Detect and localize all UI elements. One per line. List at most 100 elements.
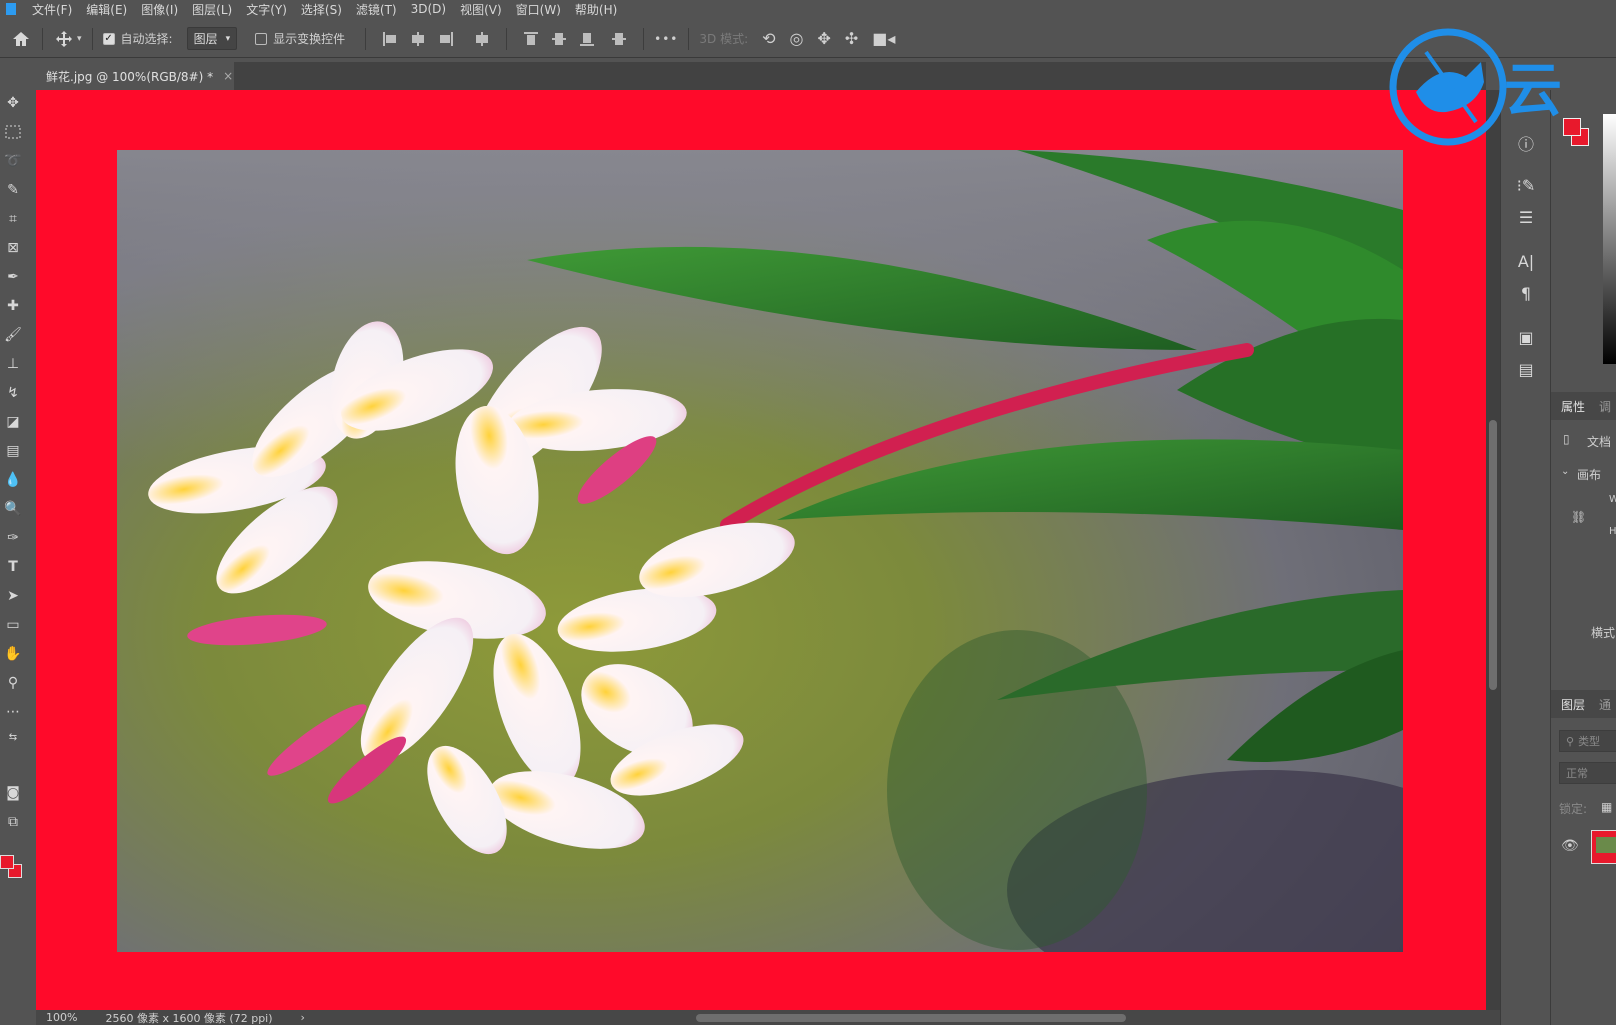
marquee-tool-icon[interactable] bbox=[2, 121, 24, 143]
paragraph-icon[interactable]: ¶ bbox=[1513, 280, 1539, 306]
menu-filter[interactable]: 滤镜(T) bbox=[356, 1, 397, 18]
align-right-icon[interactable] bbox=[438, 31, 454, 47]
menu-view[interactable]: 视图(V) bbox=[460, 1, 502, 18]
history-brush-tool-icon[interactable]: ↯ bbox=[2, 382, 24, 404]
menu-edit[interactable]: 编辑(E) bbox=[86, 1, 127, 18]
align-left-icon[interactable] bbox=[382, 31, 398, 47]
align-top-icon[interactable] bbox=[523, 31, 539, 47]
menu-help[interactable]: 帮助(H) bbox=[575, 1, 617, 18]
eraser-tool-icon[interactable]: ◪ bbox=[2, 411, 24, 433]
flower-photo-image bbox=[117, 150, 1403, 952]
healing-brush-tool-icon[interactable]: ✚ bbox=[2, 295, 24, 317]
divider bbox=[42, 27, 43, 50]
tab-layers[interactable]: 图层 bbox=[1561, 696, 1585, 713]
chevron-down-icon: ▾ bbox=[225, 33, 231, 44]
layer-search-input[interactable]: ⚲ 类型 bbox=[1559, 730, 1616, 752]
eyedropper-tool-icon[interactable]: ✒ bbox=[2, 266, 24, 288]
auto-select-checkbox[interactable]: ✓ bbox=[102, 32, 115, 45]
3d-slide-icon[interactable]: ✣ bbox=[845, 29, 858, 48]
vertical-scrollbar[interactable] bbox=[1486, 90, 1500, 1010]
align-hcenter-icon[interactable] bbox=[410, 31, 426, 47]
pen-tool-icon[interactable]: ✑ bbox=[2, 527, 24, 549]
blur-tool-icon[interactable]: 💧 bbox=[2, 469, 24, 491]
right-panel: 属性 调 ▯ 文档 ⌄ 画布 W ⛓ H 横式 图层 通 ⚲ 类型 正常 锁定:… bbox=[1550, 90, 1616, 1025]
menu-3d[interactable]: 3D(D) bbox=[411, 2, 446, 16]
vertical-scrollbar-thumb[interactable] bbox=[1489, 420, 1497, 690]
3d-pan-icon[interactable]: ✥ bbox=[817, 29, 830, 48]
flower-photo bbox=[117, 150, 1403, 952]
document-tab[interactable]: 鲜花.jpg @ 100%(RGB/8#) * × bbox=[36, 62, 234, 90]
move-icon[interactable] bbox=[53, 30, 75, 48]
zoom-tool-icon[interactable]: ⚲ bbox=[2, 672, 24, 694]
menu-select[interactable]: 选择(S) bbox=[301, 1, 342, 18]
layer-search-placeholder: 类型 bbox=[1578, 735, 1601, 748]
type-tool-icon[interactable]: T bbox=[2, 556, 24, 578]
chevron-down-icon[interactable]: ▾ bbox=[77, 34, 82, 44]
menu-image[interactable]: 图像(I) bbox=[141, 1, 178, 18]
search-icon: ⚲ bbox=[1566, 734, 1575, 748]
screen-mode-icon[interactable]: ⧉ bbox=[2, 811, 24, 833]
lasso-tool-icon[interactable]: ➰ bbox=[2, 150, 24, 172]
glyphs-icon[interactable]: ▣ bbox=[1513, 324, 1539, 350]
hand-tool-icon[interactable]: ✋ bbox=[2, 643, 24, 665]
tab-channels[interactable]: 通 bbox=[1599, 696, 1611, 713]
close-icon[interactable]: × bbox=[223, 69, 233, 83]
layer-visibility-eye-icon[interactable]: 👁 bbox=[1561, 838, 1579, 854]
quick-select-tool-icon[interactable]: ✎ bbox=[2, 179, 24, 201]
adjustments-icon[interactable]: ☰ bbox=[1513, 204, 1539, 230]
crop-tool-icon[interactable]: ⌗ bbox=[2, 208, 24, 230]
gradient-tool-icon[interactable]: ▤ bbox=[2, 440, 24, 462]
frame-tool-icon[interactable]: ⊠ bbox=[2, 237, 24, 259]
menu-file[interactable]: 文件(F) bbox=[32, 1, 72, 18]
options-bar: ▾ ✓ 自动选择: 图层 ▾ 显示变换控件 ••• 3D 模式: ⟲ ◎ ✥ ✣… bbox=[0, 20, 1616, 58]
menu-type[interactable]: 文字(Y) bbox=[246, 1, 287, 18]
swap-colors-icon[interactable]: ⇆ bbox=[2, 726, 24, 748]
document-label: 文档 bbox=[1587, 435, 1612, 449]
auto-select-value: 图层 bbox=[193, 32, 218, 46]
divider bbox=[643, 27, 645, 50]
3d-roll-icon[interactable]: ◎ bbox=[790, 29, 804, 48]
menu-layer[interactable]: 图层(L) bbox=[192, 1, 232, 18]
status-arrow[interactable]: › bbox=[301, 1011, 305, 1024]
move-tool-icon[interactable]: ✥ bbox=[2, 92, 24, 114]
dodge-tool-icon[interactable]: 🔍 bbox=[2, 498, 24, 520]
horizontal-scrollbar-thumb[interactable] bbox=[696, 1014, 1126, 1022]
more-tools-icon[interactable]: ⋯ bbox=[2, 701, 24, 723]
auto-select-dropdown[interactable]: 图层 ▾ bbox=[186, 27, 238, 50]
brush-settings-icon[interactable]: ⁝✎ bbox=[1513, 172, 1539, 198]
tab-properties[interactable]: 属性 bbox=[1561, 398, 1585, 415]
distribute-horizontal-icon[interactable] bbox=[474, 31, 490, 47]
brush-tool-icon[interactable]: 🖌 bbox=[2, 324, 24, 346]
menu-window[interactable]: 窗口(W) bbox=[516, 1, 561, 18]
path-selection-tool-icon[interactable]: ➤ bbox=[2, 585, 24, 607]
blend-mode-dropdown[interactable]: 正常 bbox=[1559, 762, 1616, 784]
foreground-color-swatch[interactable] bbox=[0, 855, 14, 869]
layer-thumbnail[interactable] bbox=[1591, 830, 1616, 864]
link-icon[interactable]: ⛓ bbox=[1571, 510, 1586, 524]
auto-select-label: 自动选择: bbox=[120, 32, 173, 46]
home-icon[interactable] bbox=[10, 30, 32, 48]
more-options-button[interactable]: ••• bbox=[654, 32, 678, 46]
quick-mask-icon[interactable]: ◙ bbox=[2, 782, 24, 804]
rectangle-tool-icon[interactable]: ▭ bbox=[2, 614, 24, 636]
show-transform-checkbox[interactable] bbox=[255, 32, 268, 45]
character-icon[interactable]: A| bbox=[1513, 248, 1539, 274]
clone-stamp-tool-icon[interactable]: ⊥ bbox=[2, 353, 24, 375]
divider bbox=[688, 27, 690, 50]
3d-orbit-icon[interactable]: ⟲ bbox=[762, 29, 775, 48]
align-vcenter-icon[interactable] bbox=[551, 31, 567, 47]
tab-adjustments[interactable]: 调 bbox=[1599, 398, 1611, 415]
chevron-down-icon[interactable]: ⌄ bbox=[1561, 466, 1569, 477]
align-bottom-icon[interactable] bbox=[579, 31, 595, 47]
canvas-section-label[interactable]: 画布 bbox=[1577, 466, 1601, 483]
notes-icon[interactable]: ▤ bbox=[1513, 356, 1539, 382]
lock-transparent-icon[interactable]: ▦ bbox=[1601, 800, 1612, 814]
divider bbox=[91, 27, 93, 50]
3d-camera-icon[interactable]: ■◂ bbox=[872, 29, 895, 48]
photoshop-window: 文件(F) 编辑(E) 图像(I) 图层(L) 文字(Y) 选择(S) 滤镜(T… bbox=[0, 0, 1616, 1025]
distribute-vertical-icon[interactable] bbox=[611, 31, 627, 47]
zoom-level[interactable]: 100% bbox=[46, 1011, 77, 1024]
panel-foreground-swatch[interactable] bbox=[1563, 118, 1581, 136]
canvas-area[interactable] bbox=[36, 90, 1486, 1010]
blend-mode-value: 正常 bbox=[1566, 767, 1588, 780]
